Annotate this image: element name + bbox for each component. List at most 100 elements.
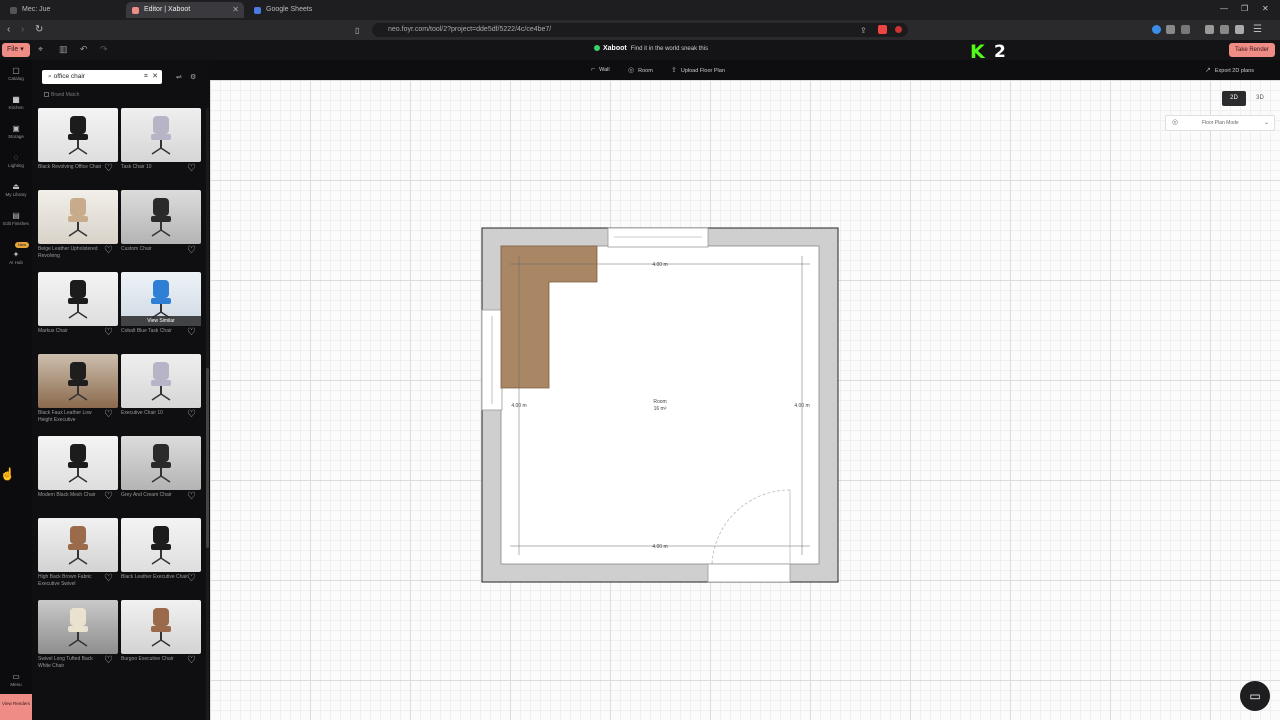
tab-close-icon[interactable]: ✕ (232, 2, 239, 18)
product-thumbnail[interactable] (38, 600, 118, 654)
file-menu-button[interactable]: File ▾ (2, 43, 30, 57)
window-left[interactable] (481, 309, 503, 411)
room-area-label: 16 m² (654, 406, 667, 412)
favorite-heart-icon[interactable]: ♡ (187, 656, 199, 666)
search-input[interactable]: ⌕ office chair ⌗ ✕ (42, 70, 162, 84)
favorite-heart-icon[interactable]: ♡ (104, 410, 116, 420)
product-thumbnail[interactable] (38, 272, 118, 326)
favorite-heart-icon[interactable]: ♡ (187, 328, 199, 338)
favorite-heart-icon[interactable]: ♡ (104, 328, 116, 338)
forward-icon[interactable]: › (21, 24, 24, 35)
browser-tab-active[interactable]: Editor | Xaboot ✕ (126, 2, 244, 18)
view-2d-toggle[interactable]: 2D (1222, 91, 1246, 106)
new-badge: New (15, 242, 29, 248)
reload-icon[interactable]: ↻ (35, 24, 43, 35)
rail-item-kitchen[interactable]: ▦ Kitchen (0, 95, 32, 110)
product-thumbnail[interactable] (38, 518, 118, 572)
rail-item-menu[interactable]: ▭ Menu (0, 672, 32, 687)
view-renders-button[interactable]: View Renders (0, 694, 32, 720)
rail-item-ai-hub[interactable]: ✦ AI Hub (0, 250, 32, 265)
browser-tab[interactable]: Google Sheets (248, 2, 358, 18)
rail-item-finishes[interactable]: ▤ Edit Finishes (0, 211, 32, 226)
rail-item-lighting[interactable]: ◌ Lighting (0, 153, 32, 168)
redo-icon[interactable]: ↷ (100, 44, 108, 55)
select-tool-icon[interactable]: ⌖ (38, 44, 43, 55)
share-icon[interactable]: ⇪ (860, 26, 867, 35)
sort-icon[interactable]: ⇌ (176, 73, 182, 81)
bookmark-icon[interactable]: ▯ (355, 26, 359, 35)
undo-icon[interactable]: ↶ (80, 44, 88, 55)
extension-icon[interactable] (1152, 25, 1161, 34)
url-field[interactable]: neo.foyr.com/tool/2?project=dde5df/5222/… (372, 23, 908, 37)
favorite-heart-icon[interactable]: ♡ (187, 574, 199, 584)
back-icon[interactable]: ‹ (7, 24, 10, 35)
product-thumbnail[interactable] (121, 518, 201, 572)
rail-item-catalog[interactable]: ▢ Catalog (0, 66, 32, 81)
product-thumbnail[interactable]: View Similar (121, 272, 201, 326)
favorite-heart-icon[interactable]: ♡ (104, 574, 116, 584)
favorite-heart-icon[interactable]: ♡ (187, 410, 199, 420)
wall-tool-button[interactable]: ⌐ Wall (591, 66, 610, 73)
favorite-heart-icon[interactable]: ♡ (187, 246, 199, 256)
rail-item-library[interactable]: ⏏ My Library (0, 182, 32, 197)
save-icon[interactable]: ▥ (59, 44, 68, 55)
extension-icon[interactable] (895, 26, 902, 33)
upload-floor-plan-button[interactable]: ⇪ Upload Floor Plan (671, 66, 725, 74)
product-thumbnail[interactable] (38, 108, 118, 162)
favorite-heart-icon[interactable]: ♡ (104, 492, 116, 502)
minimize-icon[interactable]: — (1220, 4, 1228, 13)
extension-icon[interactable] (1166, 25, 1175, 34)
product-thumbnail[interactable] (38, 190, 118, 244)
export-plans-button[interactable]: ↗ Export 2D plans (1205, 66, 1254, 74)
floor-plan-canvas[interactable]: 4.00 m 4.00 m 4.00 m 4.00 m Room 16 m² (210, 80, 1280, 720)
favorite-heart-icon[interactable]: ♡ (187, 492, 199, 502)
product-name: Burgoo Executive Chair (121, 656, 174, 662)
filter-icon[interactable]: ⚙ (190, 73, 196, 81)
product-name: Markus Chair (38, 328, 68, 334)
chat-support-button[interactable]: ▭ (1240, 681, 1270, 711)
maximize-icon[interactable]: ❐ (1241, 4, 1248, 13)
window-top[interactable] (607, 227, 709, 248)
panel-scrollbar-thumb[interactable] (206, 368, 209, 548)
take-render-button[interactable]: Take Render (1229, 43, 1275, 57)
extension-icon[interactable] (1181, 25, 1190, 34)
product-thumbnail[interactable] (121, 600, 201, 654)
view-3d-toggle[interactable]: 3D (1250, 91, 1270, 106)
tool-label: Room (638, 68, 653, 74)
wall-icon: ⌐ (591, 66, 596, 73)
extension-icon[interactable] (1235, 25, 1244, 34)
product-thumbnail[interactable] (38, 436, 118, 490)
favorite-heart-icon[interactable]: ♡ (104, 656, 116, 666)
browser-tab[interactable]: Mec: Jue (4, 2, 114, 18)
view-similar-button[interactable]: View Similar (121, 316, 201, 326)
product-thumbnail[interactable] (121, 108, 201, 162)
sidebar-toggle-icon[interactable] (1205, 25, 1214, 34)
visual-search-icon[interactable]: ⌗ (144, 70, 148, 84)
clear-search-icon[interactable]: ✕ (152, 70, 158, 84)
rail-item-storage[interactable]: ▣ Storage (0, 124, 32, 139)
kick-viewer-count: 2 (994, 42, 1006, 62)
product-thumbnail[interactable] (121, 436, 201, 490)
floor-plan-mode-select[interactable]: ◎ Floor Plan Mode ⌄ (1165, 115, 1275, 131)
brand-match-toggle[interactable]: Brand Match (44, 92, 79, 98)
catalog-icon: ▢ (12, 66, 20, 75)
checkbox-icon (44, 92, 49, 97)
room-tool-button[interactable]: ◎ Room (628, 66, 653, 74)
favorite-heart-icon[interactable]: ♡ (104, 164, 116, 174)
browser-tab-bar: Mec: Jue Editor | Xaboot ✕ Google Sheets… (0, 0, 1280, 20)
door-opening (707, 563, 791, 583)
product-thumbnail[interactable] (121, 190, 201, 244)
favorite-heart-icon[interactable]: ♡ (104, 246, 116, 256)
office-chair-icon (151, 198, 171, 237)
app-toolbar: File ▾ ⌖ ▥ ↶ ↷ Xaboot Find it in the worl… (0, 40, 1280, 60)
left-nav-rail: ▢ Catalog ▦ Kitchen ▣ Storage ◌ Lighting… (0, 60, 32, 720)
brave-shield-icon[interactable] (878, 25, 887, 34)
menu-icon[interactable]: ☰ (1253, 24, 1262, 35)
close-window-icon[interactable]: ✕ (1262, 4, 1269, 13)
product-thumbnail[interactable] (38, 354, 118, 408)
favorite-heart-icon[interactable]: ♡ (187, 164, 199, 174)
office-chair-icon (151, 362, 171, 401)
product-thumbnail[interactable] (121, 354, 201, 408)
wallet-icon[interactable] (1220, 25, 1229, 34)
office-chair-icon (151, 526, 171, 565)
